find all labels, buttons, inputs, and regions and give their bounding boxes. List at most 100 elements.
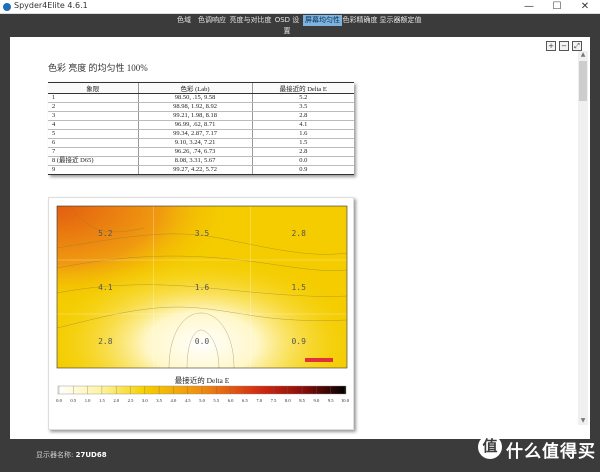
minimize-button[interactable]: — (515, 0, 543, 14)
uniformity-heatmap-card: 5.2 3.5 2.8 4.1 1.6 1.5 2.8 0.0 0.9 最接近的 Delta E… (48, 197, 354, 430)
delta-e-cell: 5.2 (251, 93, 354, 103)
lab-cell: 98.98, 1.92, 8.92 (137, 102, 252, 112)
table-row: 9 99.27, 4.22, 5.72 0.9 (48, 165, 354, 175)
display-name: 显示器名称: 27UD68 (36, 450, 107, 460)
app-icon (3, 3, 11, 11)
table-header-row: 象限 色彩 (Lab) 最接近的 Delta E (48, 82, 354, 94)
scale-label: 2.5 (128, 398, 134, 403)
scale-label: 8.5 (299, 398, 305, 403)
table-row: 3 99.21, 1.98, 8.18 2.8 (48, 111, 354, 121)
heatmap-cell-label: 0.0 (195, 337, 210, 346)
scale-label: 3.5 (156, 398, 162, 403)
heatmap-cell-label: 2.8 (291, 229, 306, 238)
scale-label: 6.0 (228, 398, 234, 403)
zoom-fit-icon[interactable]: ⤢ (572, 41, 582, 51)
watermark-text: 什么值得买 (506, 442, 596, 462)
table-row: 7 96.26, .74, 6.73 2.8 (48, 147, 354, 157)
uniformity-table: 象限 色彩 (Lab) 最接近的 Delta E 1 98.50, .15, 9.… (48, 82, 354, 175)
scale-label: 10.0 (341, 398, 350, 403)
heatmap-cell-label: 0.9 (291, 337, 306, 346)
table-row: 8 (最接近 D65) 8.08, 3.31, 5.67 0.0 (48, 156, 354, 166)
table-row: 4 96.99, .62, 8.71 4.1 (48, 120, 354, 130)
scale-label: 2.0 (113, 398, 119, 403)
lab-cell: 99.34, 2.87, 7.17 (137, 129, 252, 139)
logo-bar (305, 358, 333, 362)
report-title: 色彩 亮度 的均匀性 100% (48, 63, 148, 73)
scale-label: 7.0 (256, 398, 262, 403)
display-name-label: 显示器名称: (36, 451, 74, 459)
table-row: 1 98.50, .15, 9.58 5.2 (48, 93, 354, 103)
display-name-value: 27UD68 (75, 451, 107, 459)
table-row: 5 99.34, 2.87, 7.17 1.6 (48, 129, 354, 139)
scale-label: 9.0 (314, 398, 320, 403)
table-row: 6 9.10, 3.24, 7.21 1.5 (48, 138, 354, 148)
scroll-up-icon[interactable]: ▲ (578, 51, 588, 59)
scale-label: 8.0 (285, 398, 291, 403)
vertical-scrollbar[interactable]: ▲ ▼ (578, 51, 588, 425)
quadrant-cell: 6 (48, 138, 138, 148)
maximize-button[interactable]: ☐ (543, 0, 571, 14)
lab-cell: 9.10, 3.24, 7.21 (137, 138, 252, 148)
delta-e-cell: 1.6 (251, 129, 354, 139)
lab-cell: 99.21, 1.98, 8.18 (137, 111, 252, 121)
heatmap-cell-label: 1.6 (195, 283, 210, 292)
tab-osd-settings[interactable]: OSD 设置 (272, 15, 302, 35)
scale-label: 1.0 (85, 398, 91, 403)
heatmap-cell-label: 5.2 (98, 229, 113, 238)
col-header-lab: 色彩 (Lab) (137, 82, 252, 94)
scale-label: 0.0 (56, 398, 62, 403)
scale-label: 9.5 (328, 398, 334, 403)
scale-label: 6.5 (242, 398, 248, 403)
col-header-quadrant: 象限 (48, 82, 138, 94)
zoom-in-icon[interactable]: + (546, 41, 556, 51)
window-titlebar: Spyder4Elite 4.6.1 — ☐ ✕ (0, 0, 600, 14)
quadrant-cell: 1 (48, 93, 138, 103)
delta-e-cell: 2.8 (251, 147, 354, 157)
quadrant-cell: 8 (最接近 D65) (48, 156, 138, 166)
quadrant-cell: 4 (48, 120, 138, 130)
tab-color-accuracy[interactable]: 色彩精确度 (342, 15, 378, 26)
delta-e-cell: 1.5 (251, 138, 354, 148)
table-row: 2 98.98, 1.92, 8.92 3.5 (48, 102, 354, 112)
site-watermark: 值 什么值得买 (478, 433, 596, 463)
lab-cell: 99.27, 4.22, 5.72 (137, 165, 252, 175)
tab-tone-response[interactable]: 色调响应 (195, 15, 229, 26)
delta-e-cell: 3.5 (251, 102, 354, 112)
lab-cell: 98.50, .15, 9.58 (137, 93, 252, 103)
quadrant-cell: 7 (48, 147, 138, 157)
scale-label: 0.5 (70, 398, 76, 403)
scale-label: 4.0 (171, 398, 177, 403)
lab-cell: 96.26, .74, 6.73 (137, 147, 252, 157)
delta-e-cell: 4.1 (251, 120, 354, 130)
tab-screen-uniformity[interactable]: 屏幕均匀性 (303, 15, 342, 26)
heatmap-cell-label: 1.5 (291, 283, 306, 292)
delta-e-cell: 0.0 (251, 156, 354, 166)
scale-label: 7.5 (271, 398, 277, 403)
delta-e-cell: 2.8 (251, 111, 354, 121)
col-header-delta-e: 最接近的 Delta E (251, 82, 354, 94)
uniformity-heatmap: 5.2 3.5 2.8 4.1 1.6 1.5 2.8 0.0 0.9 最接近的 Delta E… (56, 205, 350, 403)
scale-label: 1.5 (99, 398, 105, 403)
scroll-down-icon[interactable]: ▼ (578, 417, 588, 425)
tab-display-rating[interactable]: 显示器额定值 (378, 15, 423, 26)
window-title: Spyder4Elite 4.6.1 (14, 1, 88, 10)
scale-label: 5.0 (199, 398, 205, 403)
quadrant-cell: 5 (48, 129, 138, 139)
zoom-out-icon[interactable]: − (559, 41, 569, 51)
delta-e-cell: 0.9 (251, 165, 354, 175)
close-button[interactable]: ✕ (571, 0, 599, 14)
heatmap-cell-label: 4.1 (98, 283, 113, 292)
lab-cell: 96.99, .62, 8.71 (137, 120, 252, 130)
scroll-thumb[interactable] (579, 61, 587, 101)
legend-title: 最接近的 Delta E (175, 375, 230, 385)
heatmap-cell-label: 3.5 (195, 229, 210, 238)
tab-gamut[interactable]: 色域 (174, 15, 194, 26)
tab-brightness-contrast[interactable]: 亮度与对比度 (229, 15, 272, 26)
scale-label: 4.5 (185, 398, 191, 403)
scale-label: 5.5 (213, 398, 219, 403)
watermark-badge: 值 (478, 435, 502, 459)
lab-cell: 8.08, 3.31, 5.67 (137, 156, 252, 166)
quadrant-cell: 3 (48, 111, 138, 121)
scale-label: 3.0 (142, 398, 148, 403)
tab-bar: 色域 色调响应 亮度与对比度 OSD 设置 屏幕均匀性 色彩精确度 显示器额定值 (0, 14, 600, 35)
